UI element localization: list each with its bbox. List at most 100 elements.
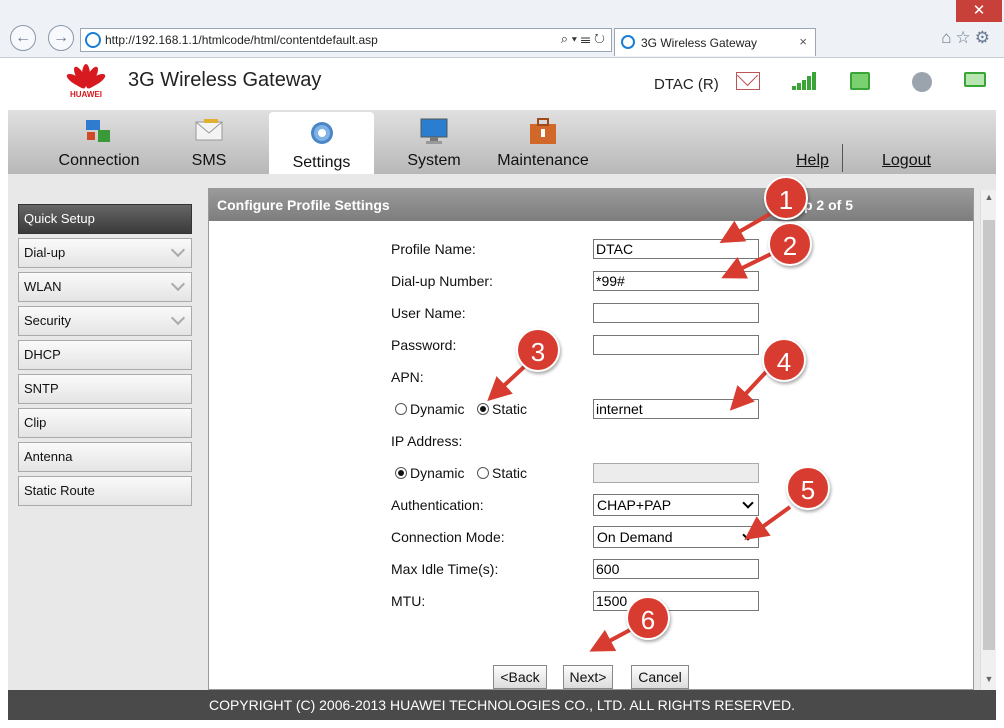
cancel-button[interactable]: Cancel [631, 665, 689, 689]
sidebar-item-dial-up[interactable]: Dial-up [18, 238, 192, 268]
sidebar-item-dhcp[interactable]: DHCP [18, 340, 192, 370]
sidebar-item-security[interactable]: Security [18, 306, 192, 336]
tab-system[interactable]: System [384, 110, 484, 174]
ip-address-label: IP Address: [391, 433, 463, 449]
app-title: 3G Wireless Gateway [128, 69, 322, 91]
radio-off-icon [477, 467, 489, 479]
sidebar-item-label: SNTP [24, 381, 59, 396]
next-button[interactable]: Next> [563, 665, 613, 689]
sidebar-item-label: Antenna [24, 449, 73, 464]
radio-label: Static [492, 401, 528, 417]
apn-static-radio[interactable]: Static [477, 401, 527, 417]
tab-label: System [407, 152, 461, 169]
address-bar[interactable]: http://192.168.1.1/htmlcode/html/content… [80, 28, 612, 52]
scrollbar[interactable]: ▲ ▼ [980, 190, 996, 690]
sidebar-item-label: Security [24, 313, 71, 328]
dialup-number-label: Dial-up Number: [391, 273, 493, 289]
radio-label: Static [492, 465, 528, 481]
connection-icon [86, 120, 110, 142]
tab-ie-icon [621, 35, 635, 49]
copyright-footer: COPYRIGHT (C) 2006-2013 HUAWEI TECHNOLOG… [8, 690, 996, 720]
browser-tab[interactable]: 3G Wireless Gateway × [614, 28, 816, 56]
address-tools[interactable]: ⌕ ▾ ☰ ↻ [561, 31, 605, 47]
chevron-down-icon [170, 242, 186, 258]
sidebar-item-quick-setup[interactable]: Quick Setup [18, 204, 192, 234]
password-input[interactable] [593, 335, 759, 355]
sidebar-item-label: Quick Setup [24, 211, 95, 226]
window-close-button[interactable]: ✕ [956, 0, 1002, 22]
dialup-number-input[interactable]: *99# [593, 271, 759, 291]
sidebar-item-wlan[interactable]: WLAN [18, 272, 192, 302]
router-header: HUAWEI 3G Wireless Gateway DTAC (R) [8, 58, 996, 110]
link-separator [842, 144, 843, 172]
help-link[interactable]: Help [796, 152, 829, 170]
address-url: http://192.168.1.1/htmlcode/html/content… [105, 33, 378, 47]
internet-globe-icon [912, 72, 932, 92]
back-button[interactable]: <Back [493, 665, 547, 689]
home-favorites-settings-icons[interactable]: ⌂☆⚙ [941, 28, 994, 48]
ip-address-input [593, 463, 759, 483]
callout-2: 2 [768, 222, 812, 266]
carrier-name: DTAC (R) [654, 76, 719, 93]
sidebar-item-sntp[interactable]: SNTP [18, 374, 192, 404]
tab-connection[interactable]: Connection [44, 110, 154, 174]
gear-icon [310, 122, 333, 144]
forward-nav-button[interactable]: → [48, 25, 74, 51]
browser-chrome: ← → http://192.168.1.1/htmlcode/html/con… [0, 0, 1004, 58]
sidebar-item-label: Dial-up [24, 245, 66, 260]
profile-name-label: Profile Name: [391, 241, 476, 257]
sidebar-item-antenna[interactable]: Antenna [18, 442, 192, 472]
ip-dynamic-radio[interactable]: Dynamic [395, 465, 464, 481]
tab-title: 3G Wireless Gateway [641, 36, 758, 50]
max-idle-time-label: Max Idle Time(s): [391, 561, 499, 577]
authentication-select[interactable]: CHAP+PAP [593, 494, 759, 516]
step-indicator: p 2 of 5 [803, 197, 853, 213]
username-label: User Name: [391, 305, 466, 321]
tab-maintenance[interactable]: Maintenance [488, 110, 598, 174]
sidebar-item-label: WLAN [24, 279, 62, 294]
tab-label: Connection [58, 152, 140, 169]
ie-icon [85, 32, 101, 48]
radio-on-icon [477, 403, 489, 415]
radio-label: Dynamic [410, 465, 465, 481]
apn-dynamic-radio[interactable]: Dynamic [395, 401, 464, 417]
profile-settings-panel: Configure Profile Settings p 2 of 5 Prof… [208, 188, 974, 690]
password-label: Password: [391, 337, 457, 353]
envelope-icon [195, 119, 223, 141]
callout-5: 5 [786, 466, 830, 510]
apn-input[interactable]: internet [593, 399, 759, 419]
max-idle-time-input[interactable]: 600 [593, 559, 759, 579]
mail-icon[interactable] [736, 72, 760, 90]
select-value: CHAP+PAP [597, 497, 672, 513]
pc-connection-icon [964, 72, 986, 87]
sidebar: Quick Setup Dial-up WLAN Security DHCP S… [18, 204, 192, 510]
scroll-up-icon[interactable]: ▲ [981, 192, 997, 206]
connection-mode-select[interactable]: On Demand [593, 526, 759, 548]
callout-4: 4 [762, 338, 806, 382]
tab-settings[interactable]: Settings [269, 112, 374, 174]
profile-name-input[interactable]: DTAC [593, 239, 759, 259]
toolbox-icon [530, 118, 556, 144]
content-area: Quick Setup Dial-up WLAN Security DHCP S… [8, 174, 996, 690]
callout-6: 6 [626, 596, 670, 640]
ip-static-radio[interactable]: Static [477, 465, 527, 481]
logout-link[interactable]: Logout [882, 152, 931, 170]
username-input[interactable] [593, 303, 759, 323]
scroll-down-icon[interactable]: ▼ [981, 674, 997, 688]
brand-text: HUAWEI [70, 90, 102, 99]
back-nav-button[interactable]: ← [10, 25, 36, 51]
sidebar-item-clip[interactable]: Clip [18, 408, 192, 438]
radio-label: Dynamic [410, 401, 465, 417]
sidebar-item-label: Static Route [24, 483, 95, 498]
apn-label: APN: [391, 369, 424, 385]
tab-sms[interactable]: SMS [164, 110, 254, 174]
sidebar-item-static-route[interactable]: Static Route [18, 476, 192, 506]
scroll-thumb[interactable] [983, 220, 995, 650]
sidebar-item-label: DHCP [24, 347, 61, 362]
main-tabs: Connection SMS Settings System Maintenan… [8, 110, 996, 174]
sim-card-icon [850, 72, 870, 90]
authentication-label: Authentication: [391, 497, 484, 513]
radio-on-icon [395, 467, 407, 479]
mtu-input[interactable]: 1500 [593, 591, 759, 611]
tab-close-icon[interactable]: × [799, 34, 807, 49]
